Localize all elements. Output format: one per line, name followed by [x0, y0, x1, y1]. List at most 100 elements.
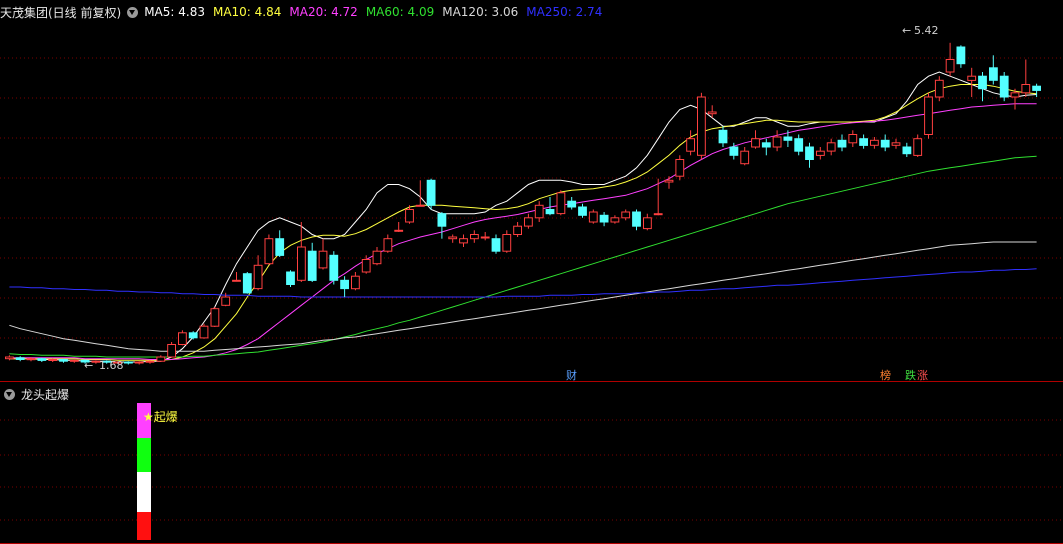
candle: [394, 222, 404, 232]
candle-body: [967, 75, 977, 81]
candle-body: [199, 325, 209, 339]
candle: [48, 358, 58, 362]
candle: [5, 355, 14, 361]
ma-legend-item: MA20: 4.72: [289, 5, 358, 19]
candle: [632, 209, 641, 231]
candle: [124, 361, 133, 365]
candle-body: [956, 46, 966, 65]
candle-body: [26, 358, 36, 361]
stock-title: 天茂集团(日线 前复权): [0, 5, 122, 20]
candle: [675, 155, 685, 181]
candle: [556, 190, 566, 216]
candle: [502, 230, 512, 253]
candle-body: [221, 296, 231, 306]
candle: [859, 134, 869, 149]
signal-label: ★起爆: [143, 410, 178, 424]
candle: [437, 212, 447, 239]
candle-body: [253, 264, 263, 290]
candle-body: [621, 211, 631, 219]
candle: [297, 222, 306, 282]
candle-body: [783, 136, 793, 141]
candle: [653, 178, 663, 216]
candle-body: [740, 150, 750, 165]
candle: [880, 134, 890, 152]
candle: [686, 130, 696, 156]
candle-body: [1010, 92, 1020, 98]
candle-body: [794, 138, 804, 152]
candle: [989, 55, 998, 85]
ma-line-ma5: [9, 71, 1037, 363]
ma-legend-item: MA5: 4.83: [144, 5, 205, 19]
candle-body: [751, 138, 760, 148]
candle-body: [545, 209, 555, 215]
ma-line-ma10: [9, 84, 1037, 361]
candle-body: [643, 217, 652, 230]
candle: [426, 178, 436, 210]
candle-body: [351, 275, 360, 290]
candle-body: [297, 246, 306, 281]
candle: [491, 234, 501, 254]
candle: [967, 67, 977, 97]
candle-body: [567, 200, 577, 208]
stock-chart: 5.42 ← ← 1.68 财 榜 跌 涨 ★起爆: [0, 24, 1063, 544]
candle: [188, 331, 198, 340]
candle-body: [837, 139, 847, 148]
candle: [978, 72, 987, 102]
candle-body: [383, 238, 393, 252]
candle-body: [870, 139, 879, 146]
candle-body: [610, 217, 620, 223]
candle-body: [848, 134, 858, 144]
candle-body: [826, 142, 836, 152]
candle-body: [48, 359, 58, 361]
candle: [480, 232, 490, 241]
candle: [210, 307, 220, 327]
candle: [697, 92, 706, 160]
ma-legend: MA5: 4.83 MA10: 4.84 MA20: 4.72 MA60: 4.09 M…: [144, 5, 610, 19]
candle: [805, 142, 814, 168]
candle: [794, 134, 804, 156]
candle-body: [59, 359, 68, 362]
candle-body: [5, 356, 14, 360]
ma-legend-item: MA60: 4.09: [365, 5, 435, 19]
candle: [372, 247, 382, 266]
chevron-down-icon[interactable]: [4, 388, 15, 400]
marker-finance: 财: [566, 368, 577, 382]
candle-body: [1021, 84, 1031, 94]
ma-line-ma60: [9, 155, 1037, 358]
candle: [934, 76, 944, 102]
candle-body: [167, 344, 176, 358]
grid-lines: [0, 57, 1063, 544]
candle: [383, 234, 393, 253]
candle-body: [978, 75, 987, 90]
candle: [156, 355, 166, 362]
sub-panel-header: 龙头起爆: [0, 384, 75, 404]
candle: [340, 276, 350, 297]
candle-body: [902, 146, 912, 155]
candle-body: [437, 213, 447, 227]
candle: [415, 180, 425, 207]
candle: [134, 361, 144, 365]
candle: [318, 238, 328, 270]
candle: [621, 209, 631, 221]
candle-body: [134, 361, 144, 364]
candle: [351, 272, 360, 291]
candle-body: [286, 271, 295, 285]
ma-legend-item: MA250: 2.74: [526, 5, 603, 19]
candle: [524, 213, 533, 229]
candle: [15, 356, 25, 362]
candle-body: [405, 209, 414, 223]
candle-body: [275, 238, 285, 256]
candle-body: [718, 129, 728, 144]
candle-body: [459, 238, 468, 244]
candle-body: [448, 236, 458, 240]
signal-bar-segment: [137, 512, 151, 540]
candle: [664, 176, 674, 189]
candle: [772, 130, 782, 152]
main-chart-header: 天茂集团(日线 前复权) MA5: 4.83 MA10: 4.84 MA20: 4.…: [0, 2, 610, 22]
candle: [37, 357, 47, 362]
candle-body: [372, 250, 382, 265]
high-price-label: 5.42: [914, 24, 939, 37]
chevron-down-icon[interactable]: [127, 6, 139, 18]
candle: [59, 358, 68, 363]
candle: [848, 130, 858, 147]
